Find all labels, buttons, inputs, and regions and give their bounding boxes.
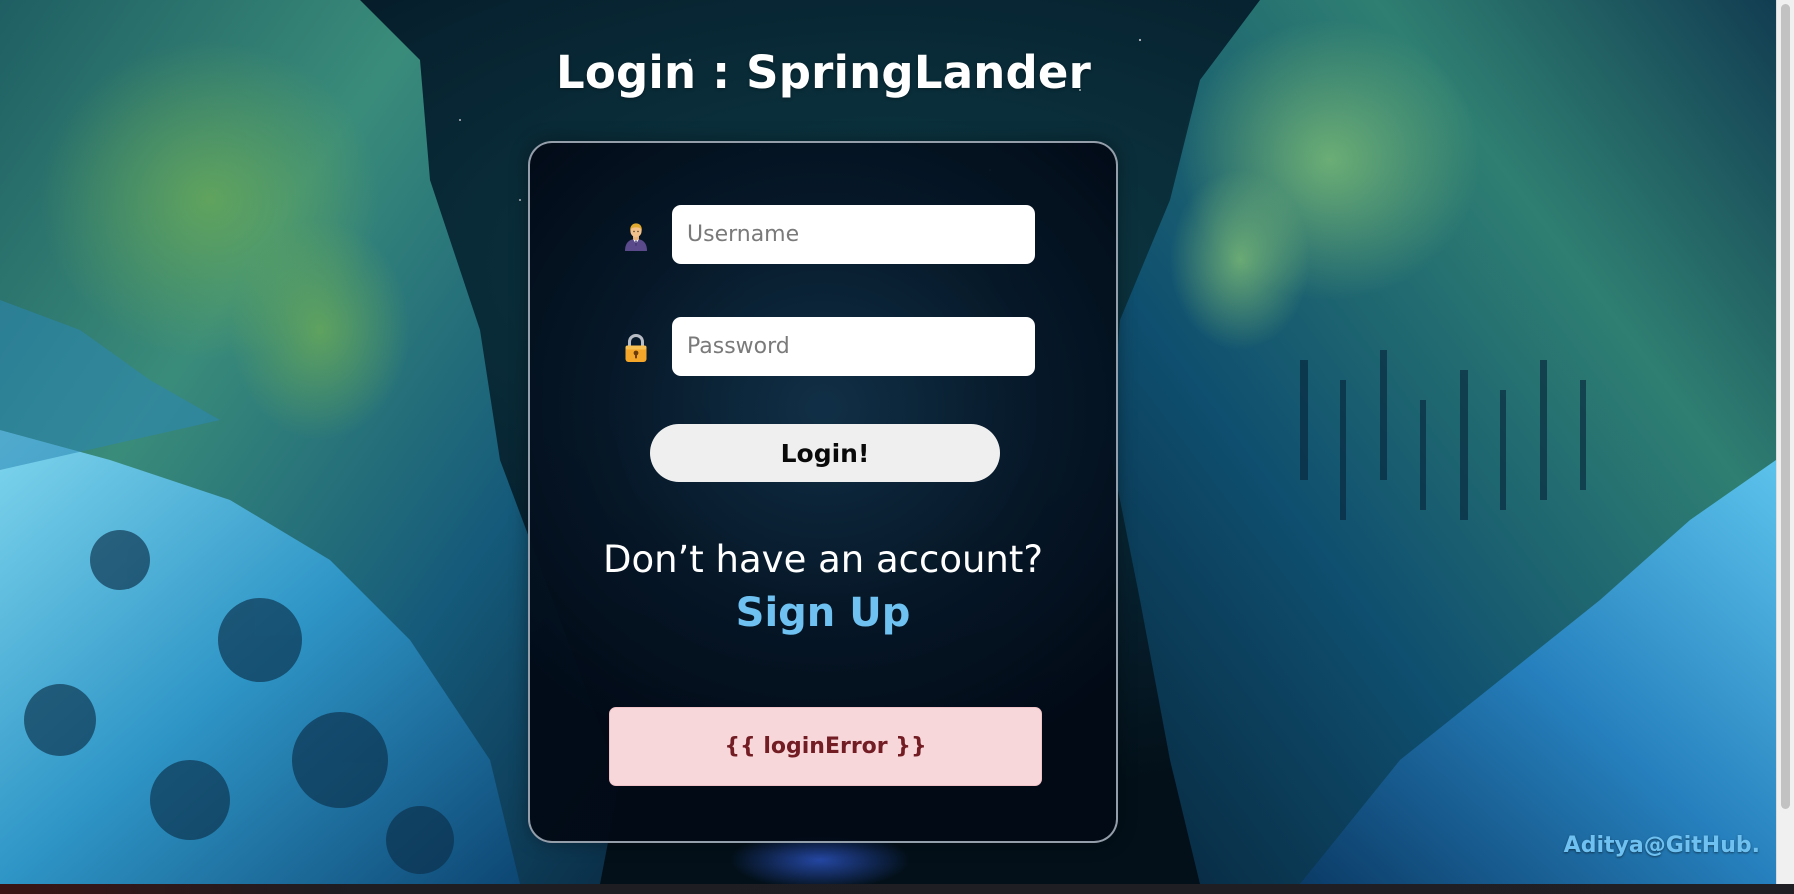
username-input[interactable] — [672, 205, 1035, 264]
login-page: Login : SpringLander Username Login! Don… — [0, 0, 1794, 894]
lock-icon — [625, 333, 647, 362]
login-button[interactable]: Login! — [650, 424, 1000, 482]
login-card: Login! Don’t have an account? Sign Up {{… — [528, 141, 1118, 843]
bottom-edge-strip — [0, 884, 1794, 894]
password-row — [530, 317, 1120, 377]
vertical-scrollbar[interactable] — [1776, 0, 1794, 884]
login-error-alert: {{ loginError }} — [609, 707, 1042, 786]
user-icon — [625, 223, 647, 251]
scrollbar-thumb[interactable] — [1781, 4, 1790, 809]
username-row — [530, 205, 1120, 265]
password-input[interactable] — [672, 317, 1035, 376]
signup-prompt: Don’t have an account? — [602, 538, 1044, 581]
author-credit: Aditya@GitHub. — [1563, 833, 1760, 858]
page-title: Login : SpringLander — [555, 46, 1092, 99]
signup-link[interactable]: Sign Up — [530, 589, 1116, 637]
